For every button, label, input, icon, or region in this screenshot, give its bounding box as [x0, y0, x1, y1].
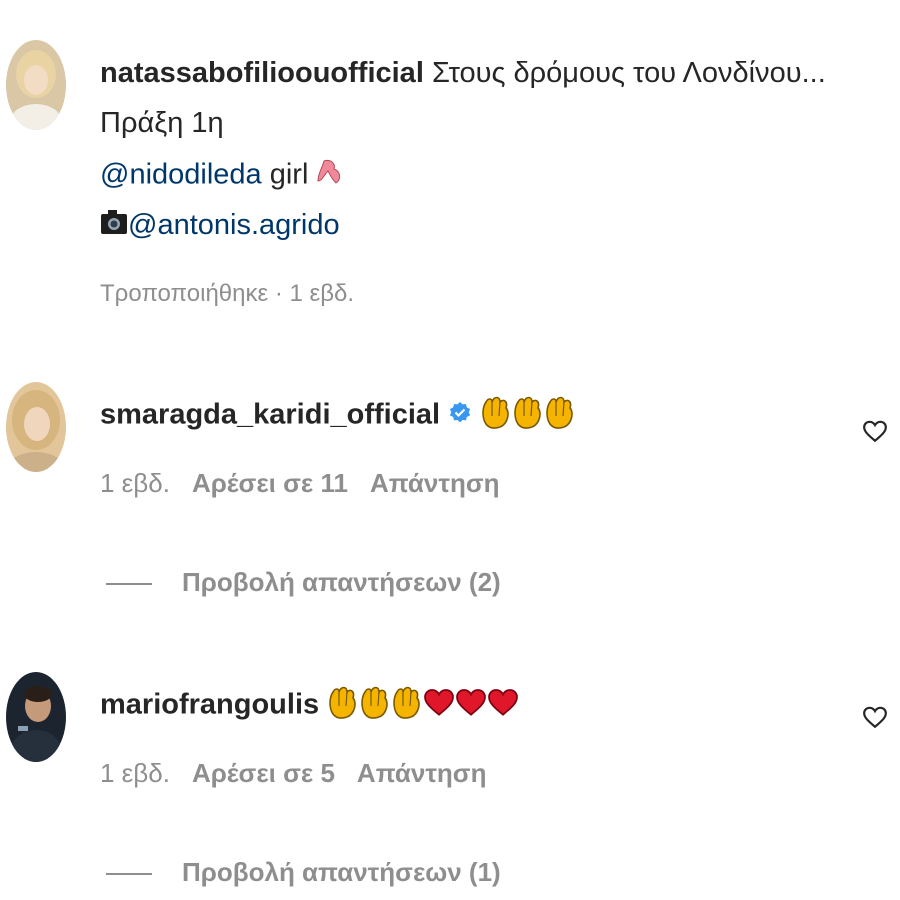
post-author-avatar[interactable] [6, 40, 66, 130]
clap-emoji [544, 394, 576, 438]
view-replies-button[interactable]: Προβολή απαντήσεων (1) [106, 857, 501, 888]
view-replies-label: Προβολή απαντήσεων (1) [182, 857, 501, 887]
clap-emoji [327, 684, 359, 728]
post-caption-line2: Πράξη 1η [100, 107, 224, 139]
red-heart-emoji [423, 686, 455, 726]
verified-badge-icon [448, 399, 472, 433]
comment-avatar[interactable] [6, 672, 66, 762]
post-edited-meta: Τροποποιήθηκε · 1 εβδ. [100, 280, 355, 307]
clap-emoji [512, 394, 544, 438]
comment-meta: 1 εβδ. Αρέσει σε 11 Απάντηση [100, 468, 500, 499]
red-heart-emoji [487, 686, 519, 726]
comment-avatar[interactable] [6, 382, 66, 472]
view-replies-label: Προβολή απαντήσεων (2) [182, 567, 501, 597]
mention-link-nidodileda[interactable]: @nidodileda [100, 159, 262, 191]
post-caption-line1: natassabofilioouofficial Στους δρόμους τ… [100, 56, 826, 90]
clap-emoji [359, 684, 391, 728]
comment-username[interactable]: smaragda_karidi_official [100, 399, 440, 431]
reply-button[interactable]: Απάντηση [357, 758, 487, 788]
comment-likes-link[interactable]: Αρέσει σε 11 [192, 468, 348, 498]
comment-text: mariofrangoulis [100, 684, 519, 728]
comment-meta: 1 εβδ. Αρέσει σε 5 Απάντηση [100, 758, 486, 789]
clap-emoji [480, 394, 512, 438]
like-heart-icon[interactable] [862, 418, 888, 444]
camera-icon [100, 209, 128, 243]
clap-emoji [391, 684, 423, 728]
comment-time: 1 εβδ. [100, 758, 170, 788]
view-replies-button[interactable]: Προβολή απαντήσεων (2) [106, 567, 501, 598]
red-heart-emoji [455, 686, 487, 726]
ribbon-emoji [316, 157, 346, 195]
reply-button[interactable]: Απάντηση [370, 468, 500, 498]
mention-link-antonis-agrido[interactable]: @antonis.agrido [128, 209, 340, 241]
mention-suffix: girl [261, 158, 309, 191]
caption-text: Στους δρόμους του Λονδίνου... [431, 57, 826, 89]
comment-text: smaragda_karidi_official [100, 394, 576, 438]
comment-username[interactable]: mariofrangoulis [100, 689, 319, 721]
divider-line [106, 873, 152, 876]
post-caption-line4: @antonis.agrido [100, 208, 340, 243]
comment-time: 1 εβδ. [100, 468, 170, 498]
comment-likes-link[interactable]: Αρέσει σε 5 [192, 758, 335, 788]
post-caption-line3: @nidodileda girl [100, 157, 346, 195]
post-author-username[interactable]: natassabofilioouofficial [100, 57, 424, 89]
like-heart-icon[interactable] [862, 704, 888, 730]
divider-line [106, 583, 152, 586]
